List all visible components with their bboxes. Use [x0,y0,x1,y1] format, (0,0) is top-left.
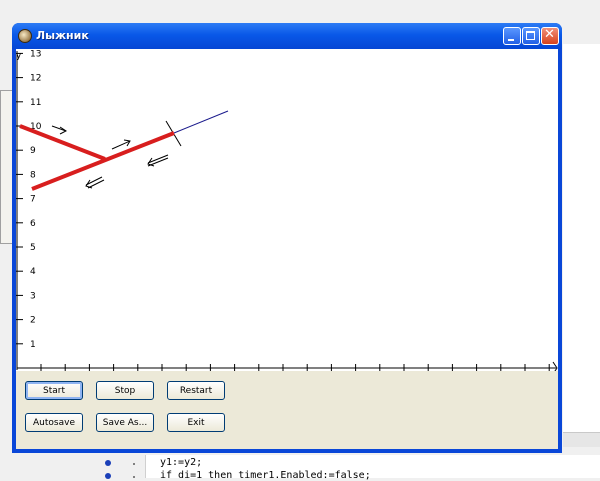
line-marker [133,463,135,465]
y-axis-label: y [16,51,22,61]
code-line: if di=1 then timer1.Enabled:=false; [160,470,371,481]
maximize-icon [526,31,535,40]
y-tick-label: 11 [30,98,41,108]
save-as-button[interactable]: Save As... [96,413,154,432]
maximize-button[interactable] [522,27,540,45]
breakpoint-marker[interactable] [105,473,111,479]
client-area: y 1 2 3 4 5 6 7 8 9 10 11 12 13 Start St… [16,49,558,449]
y-tick-label: 7 [30,195,36,205]
window-title: Лыжник [36,29,89,42]
y-tick-label: 13 [30,49,41,59]
close-button[interactable]: ✕ [541,27,559,45]
y-tick-label: 1 [30,340,36,350]
minimize-button[interactable] [503,27,521,45]
y-tick-label: 3 [30,291,36,301]
title-bar[interactable]: Лыжник ✕ [12,23,562,49]
start-button[interactable]: Start [25,381,83,400]
code-line: y1:=y2; [160,457,203,468]
minimize-icon [508,39,514,41]
y-ticks: 12345678910111213 [16,49,42,350]
y-tick-label: 6 [30,219,36,229]
exit-button[interactable]: Exit [167,413,225,432]
y-tick-label: 9 [30,146,36,156]
y-tick-label: 4 [30,267,36,277]
y-tick-label: 8 [30,170,36,180]
arrowhead-icon [59,126,67,135]
app-window: Лыжник ✕ y 12345678910111213 [12,23,562,453]
autosave-button[interactable]: Autosave [25,413,83,432]
x-axis-arrow [552,361,558,371]
background-editor-strip [563,44,600,434]
y-tick-label: 12 [30,74,41,84]
arrow-right-icon [51,125,67,132]
y-tick-label: 2 [30,316,36,326]
plot-svg: y 12345678910111213 [16,49,558,371]
app-icon[interactable] [18,29,32,43]
background-scrollbar [563,432,600,447]
breakpoint-marker[interactable] [105,460,111,466]
y-tick-label: 5 [30,243,36,253]
ski-track-line [173,110,229,134]
close-icon: ✕ [544,27,555,42]
arrow-down-left-icon [87,179,105,189]
code-editor-gutter [95,455,146,478]
arrow-down-left-icon [85,176,103,186]
restart-button[interactable]: Restart [167,381,225,400]
stop-button[interactable]: Stop [96,381,154,400]
drawing-canvas[interactable]: y 1 2 3 4 5 6 7 8 9 10 11 12 13 [16,49,558,371]
